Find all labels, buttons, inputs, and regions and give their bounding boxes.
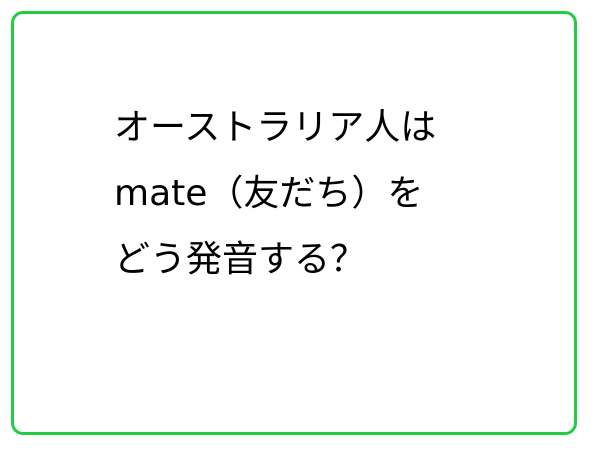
question-line-1: オーストラリア人は (114, 107, 437, 148)
question-line-2: mate（友だち）を (114, 173, 424, 214)
question-card: オーストラリア人は mate（友だち）を どう発音する？ (11, 11, 577, 435)
question-line-3: どう発音する？ (114, 239, 367, 280)
question-text: オーストラリア人は mate（友だち）を どう発音する？ (114, 110, 554, 278)
